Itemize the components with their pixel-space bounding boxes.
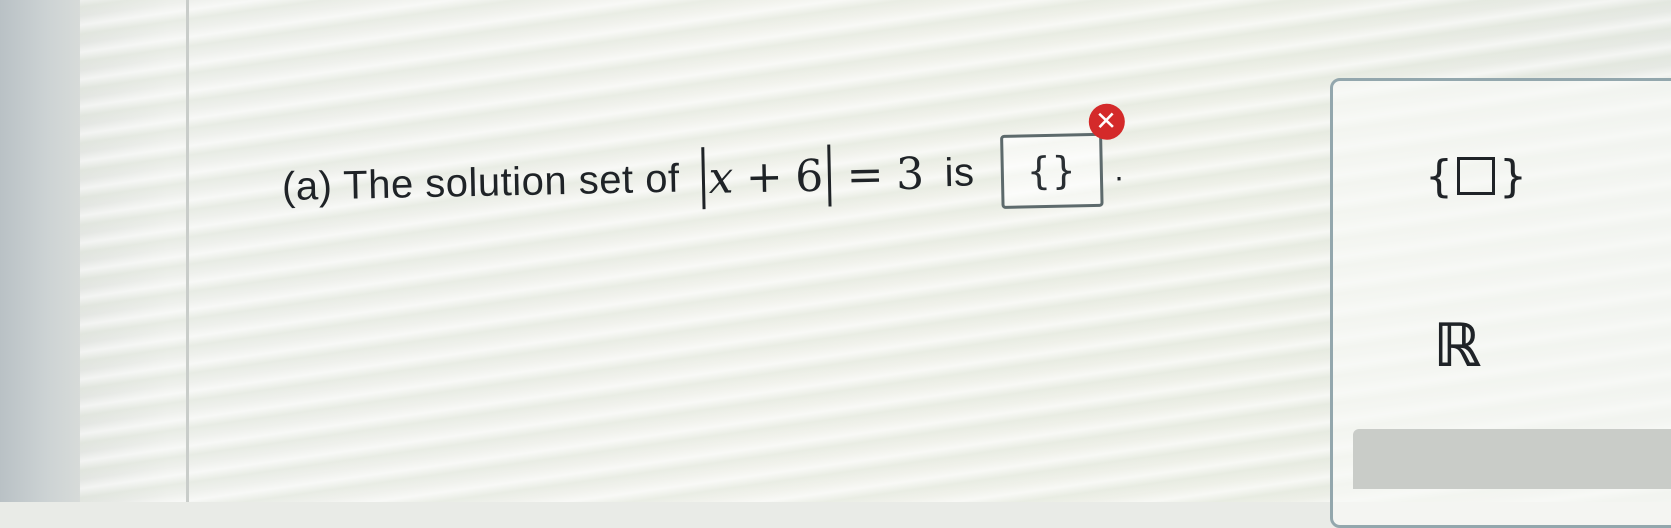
left-gutter bbox=[0, 0, 80, 502]
equation-equals: = bbox=[846, 148, 885, 201]
real-numbers-button[interactable]: ℝ bbox=[1417, 306, 1497, 386]
set-left-brace: { bbox=[1425, 150, 1453, 202]
answer-value: {} bbox=[1026, 148, 1077, 194]
placeholder-square-icon bbox=[1457, 157, 1495, 195]
is-word: is bbox=[944, 150, 975, 195]
equation-constant: 6 bbox=[794, 150, 825, 202]
set-braces-button[interactable]: { } bbox=[1411, 141, 1541, 211]
equation-variable: x bbox=[708, 152, 735, 204]
abs-bar-right bbox=[827, 144, 832, 207]
close-icon: ✕ bbox=[1088, 103, 1125, 141]
sentence-period: . bbox=[1114, 150, 1125, 188]
equation-rhs: 3 bbox=[895, 148, 926, 200]
divider-line bbox=[186, 0, 189, 502]
equation-plus: + bbox=[745, 151, 784, 203]
set-right-brace: } bbox=[1499, 150, 1527, 202]
question-label: (a) The solution set of bbox=[281, 156, 681, 209]
abs-bar-left bbox=[700, 147, 706, 210]
answer-input[interactable]: {} ✕ bbox=[999, 103, 1125, 209]
math-keypad: { } ℝ bbox=[1330, 78, 1671, 528]
keypad-bottom-key[interactable] bbox=[1353, 429, 1671, 489]
real-numbers-symbol: ℝ bbox=[1432, 311, 1482, 381]
equation: x + 6 = 3 bbox=[697, 143, 925, 210]
